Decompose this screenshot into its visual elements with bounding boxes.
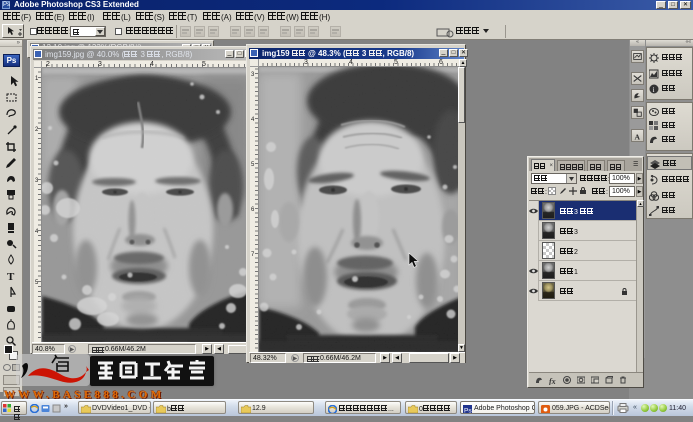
svg-text:T: T bbox=[7, 271, 15, 282]
svg-text:i: i bbox=[653, 86, 655, 94]
svg-text:fx: fx bbox=[549, 377, 556, 385]
svg-text:Ps: Ps bbox=[464, 408, 472, 415]
svg-text:A: A bbox=[635, 132, 641, 141]
